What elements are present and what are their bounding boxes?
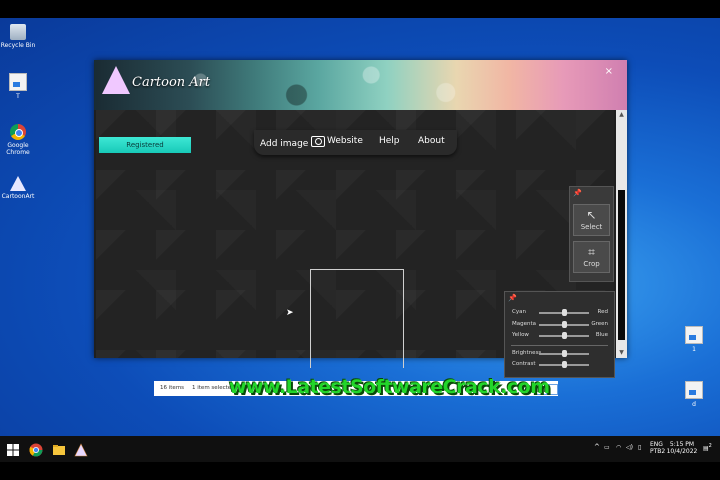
brightness-slider[interactable]: Brightness xyxy=(505,349,614,359)
desktop-icon-file-1[interactable]: 1 xyxy=(676,326,712,353)
desktop-icon-file-d[interactable]: d xyxy=(676,381,712,408)
slider-label: Contrast xyxy=(512,361,536,367)
website-menu-item[interactable]: Website xyxy=(327,136,363,146)
crop-tool-label: Crop xyxy=(583,260,600,268)
crop-icon: ⌗ xyxy=(588,245,595,259)
scroll-thumb[interactable] xyxy=(618,190,625,340)
slider-thumb[interactable] xyxy=(561,332,567,339)
color-adjust-panel: 📌 Cyan Red Magenta Green Yellow Blue Bri… xyxy=(504,291,615,378)
scroll-up-icon[interactable]: ▲ xyxy=(616,110,627,120)
close-icon[interactable]: × xyxy=(605,66,613,77)
recycle-bin-icon xyxy=(10,24,26,40)
slider-label: Brightness xyxy=(512,350,542,356)
slider-left-label: Yellow xyxy=(512,332,529,338)
slider-left-label: Magenta xyxy=(512,321,537,327)
cartoonart-logo-icon xyxy=(102,66,130,94)
image-frame[interactable] xyxy=(310,269,404,368)
desktop-icon-label: Google Chrome xyxy=(6,142,30,156)
desktop-icon-google-chrome[interactable]: Google Chrome xyxy=(0,124,36,156)
slider-right-label: Green xyxy=(591,321,608,327)
vertical-scrollbar[interactable]: ▲ ▼ xyxy=(616,110,627,358)
crop-tool-button[interactable]: ⌗ Crop xyxy=(573,241,610,273)
select-tool-label: Select xyxy=(580,223,603,231)
item-count: 16 items xyxy=(160,385,185,391)
magenta-green-slider[interactable]: Magenta Green xyxy=(505,320,614,330)
add-image-button[interactable]: Add image xyxy=(260,136,326,149)
clock[interactable]: 5:15 PM 10/4/2022 xyxy=(666,441,698,455)
help-menu-item[interactable]: Help xyxy=(379,136,400,146)
file-icon xyxy=(9,73,27,91)
desktop-icon-file-t[interactable]: T xyxy=(0,73,36,100)
file-icon xyxy=(685,381,703,399)
camera-icon xyxy=(311,136,326,147)
taskbar: ^ ▭ ◠ ◁) ▯ ENG PTB2 5:15 PM 10/4/2022 ▤2 xyxy=(0,436,720,462)
app-logo-text: Cartoon Art xyxy=(132,75,211,90)
windows-start-icon[interactable] xyxy=(6,442,20,456)
tools-panel: 📌 ↖ Select ⌗ Crop xyxy=(569,186,614,282)
slider-thumb[interactable] xyxy=(561,309,567,316)
desktop-icon-label: 1 xyxy=(692,346,696,353)
chrome-taskbar-icon[interactable] xyxy=(29,442,43,457)
yellow-blue-slider[interactable]: Yellow Blue xyxy=(505,331,614,341)
slider-thumb[interactable] xyxy=(561,350,567,357)
slider-left-label: Cyan xyxy=(512,309,526,315)
battery-icon[interactable]: ▯ xyxy=(638,444,641,451)
language-indicator[interactable]: ENG PTB2 xyxy=(650,441,665,455)
desktop-icon-label: CartoonArt xyxy=(1,193,35,200)
chrome-icon xyxy=(10,124,26,140)
cartoonart-taskbar-icon[interactable] xyxy=(74,442,88,457)
desktop-icon-label: T xyxy=(16,93,20,100)
slider-right-label: Blue xyxy=(595,332,608,338)
scroll-down-icon[interactable]: ▼ xyxy=(616,348,627,358)
wifi-icon[interactable]: ◠ xyxy=(616,444,621,451)
add-image-label: Add image xyxy=(260,139,309,149)
volume-icon[interactable]: ◁) xyxy=(626,444,633,451)
desktop-icon-cartoonart[interactable]: CartoonArt xyxy=(0,176,36,200)
mouse-cursor-icon: ➤ xyxy=(286,308,294,318)
slider-thumb[interactable] xyxy=(561,321,567,328)
main-menu: Add image Website Help About xyxy=(254,130,457,155)
cartoonart-icon xyxy=(10,176,26,191)
contrast-slider[interactable]: Contrast xyxy=(505,360,614,370)
registered-badge: Registered xyxy=(99,137,191,153)
slider-right-label: Red xyxy=(597,309,608,315)
language-top: ENG xyxy=(650,441,663,448)
app-banner: Cartoon Art × xyxy=(94,60,627,110)
arrow-cursor-icon: ↖ xyxy=(586,208,597,222)
panel-divider xyxy=(511,345,608,346)
pin-icon[interactable]: 📌 xyxy=(508,294,517,302)
desktop-icon-recycle-bin[interactable]: Recycle Bin xyxy=(0,24,36,49)
file-explorer-taskbar-icon[interactable] xyxy=(52,442,66,456)
notifications-icon[interactable]: ▤2 xyxy=(703,443,712,452)
about-menu-item[interactable]: About xyxy=(418,136,445,146)
watermark-text: www.LatestSoftwareCrack.com xyxy=(229,376,550,398)
clock-time: 5:15 PM xyxy=(669,441,695,448)
clock-date: 10/4/2022 xyxy=(666,448,698,455)
pin-icon[interactable]: 📌 xyxy=(573,189,582,197)
notification-count: 2 xyxy=(708,443,712,449)
select-tool-button[interactable]: ↖ Select xyxy=(573,204,610,236)
desktop-icon-label: Recycle Bin xyxy=(0,42,36,49)
network-icon[interactable]: ▭ xyxy=(604,444,610,451)
slider-thumb[interactable] xyxy=(561,361,567,368)
desktop-icon-label: d xyxy=(692,401,696,408)
show-hidden-icons-icon[interactable]: ^ xyxy=(594,444,600,451)
file-icon xyxy=(685,326,703,344)
cyan-red-slider[interactable]: Cyan Red xyxy=(505,308,614,318)
language-bottom: PTB2 xyxy=(650,448,666,455)
